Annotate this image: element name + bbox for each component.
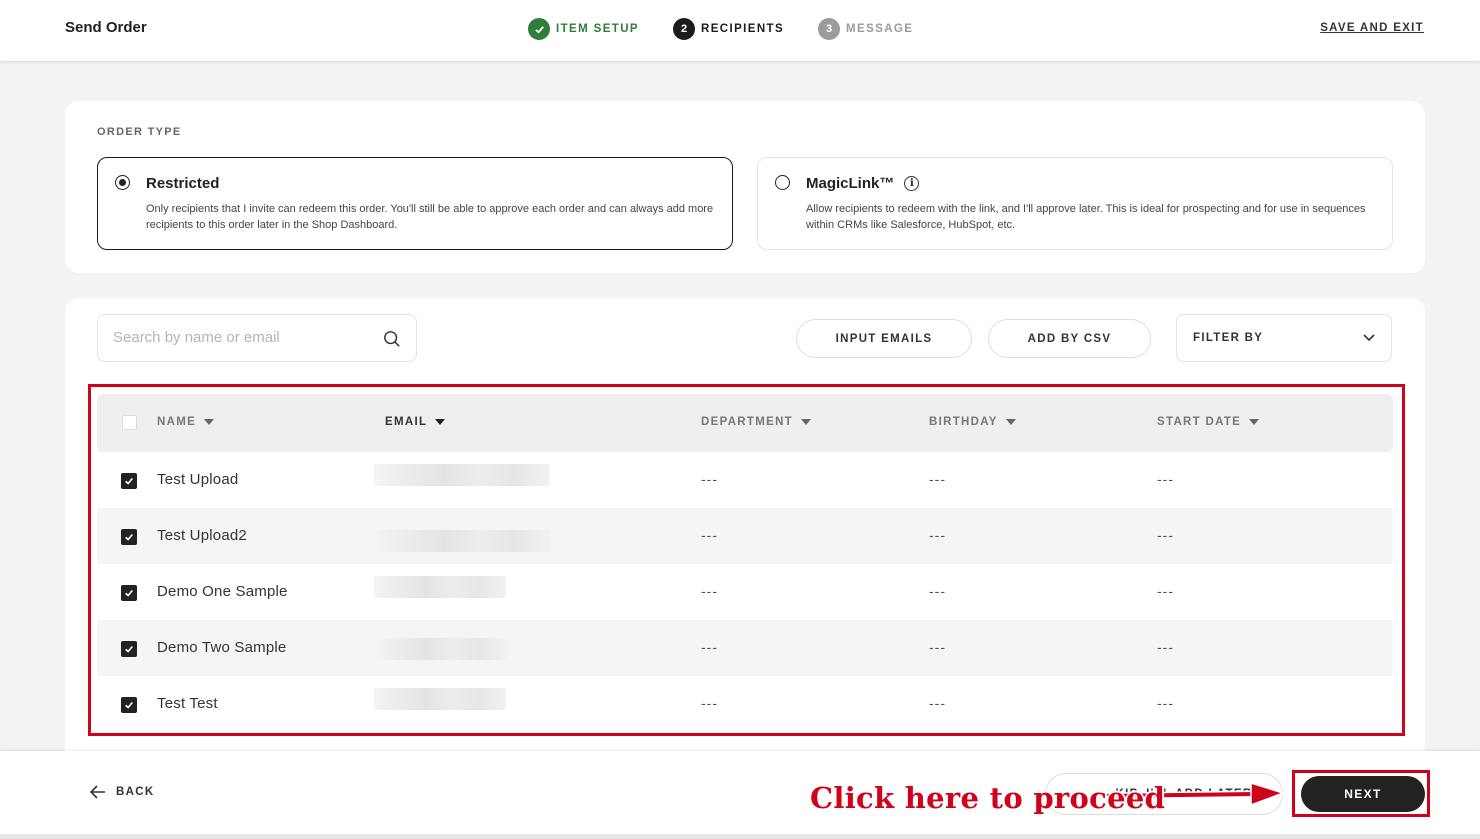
- redacted-email: [374, 576, 506, 598]
- birthday-cell: ---: [929, 527, 946, 543]
- option-title-text: MagicLink™: [806, 175, 895, 192]
- sort-caret-icon: [1249, 419, 1260, 425]
- step-message[interactable]: 3 MESSAGE: [818, 18, 913, 40]
- department-cell: ---: [701, 583, 718, 599]
- department-cell: ---: [701, 695, 718, 711]
- table-header: NAME EMAIL DEPARTMENT BIRTHDAY START DAT…: [97, 394, 1393, 452]
- annotation-next-highlight: NEXT: [1292, 770, 1430, 817]
- restricted-option[interactable]: Restricted Only recipients that I invite…: [97, 157, 733, 250]
- start-date-cell: ---: [1157, 639, 1174, 655]
- step-label: MESSAGE: [846, 23, 914, 35]
- chevron-down-icon: [1363, 334, 1375, 342]
- step-number: 3: [818, 18, 841, 40]
- row-checkbox-checked[interactable]: [121, 529, 137, 545]
- recipient-name: Test Test: [157, 695, 218, 712]
- column-header-birthday[interactable]: BIRTHDAY: [929, 416, 1016, 428]
- row-checkbox-checked[interactable]: [121, 697, 137, 713]
- table-row[interactable]: Demo Two Sample --- --- ---: [97, 620, 1393, 676]
- step-number: 2: [673, 18, 696, 40]
- step-label: ITEM SETUP: [556, 23, 640, 35]
- filter-by-dropdown[interactable]: FILTER BY: [1176, 314, 1392, 362]
- stepper: ITEM SETUP 2 RECIPIENTS 3 MESSAGE: [528, 18, 947, 40]
- birthday-cell: ---: [929, 471, 946, 487]
- start-date-cell: ---: [1157, 471, 1174, 487]
- table-row[interactable]: Test Upload2 --- --- ---: [97, 508, 1393, 564]
- start-date-cell: ---: [1157, 527, 1174, 543]
- department-cell: ---: [701, 527, 718, 543]
- option-description: Only recipients that I invite can redeem…: [146, 203, 714, 231]
- row-checkbox-checked[interactable]: [121, 473, 137, 489]
- back-label: BACK: [116, 786, 155, 798]
- column-label: DEPARTMENT: [701, 416, 794, 428]
- birthday-cell: ---: [929, 583, 946, 599]
- recipient-name: Test Upload: [157, 471, 239, 488]
- column-label: NAME: [157, 416, 197, 428]
- step-label: RECIPIENTS: [701, 23, 785, 35]
- table-row[interactable]: Test Test --- --- ---: [97, 676, 1393, 732]
- search-input[interactable]: [113, 329, 363, 346]
- column-header-department[interactable]: DEPARTMENT: [701, 416, 812, 428]
- start-date-cell: ---: [1157, 583, 1174, 599]
- department-cell: ---: [701, 639, 718, 655]
- table-row[interactable]: Demo One Sample --- --- ---: [97, 564, 1393, 620]
- window-bottom-edge: [0, 834, 1480, 839]
- recipient-name: Demo One Sample: [157, 583, 288, 600]
- recipients-card: INPUT EMAILS ADD BY CSV FILTER BY NAME E…: [65, 298, 1425, 768]
- radio-unselected-icon[interactable]: [775, 175, 790, 190]
- select-all-checkbox[interactable]: [122, 415, 137, 430]
- top-bar: Send Order ITEM SETUP 2 RECIPIENTS 3 MES…: [0, 0, 1480, 61]
- recipient-name: Demo Two Sample: [157, 639, 287, 656]
- step-recipients[interactable]: 2 RECIPIENTS: [673, 18, 784, 40]
- redacted-email: [374, 638, 506, 660]
- option-title-text: Restricted: [146, 175, 220, 192]
- magiclink-option[interactable]: MagicLink™ i Allow recipients to redeem …: [757, 157, 1393, 250]
- sort-caret-icon: [1005, 419, 1016, 425]
- column-header-email[interactable]: EMAIL: [385, 416, 446, 428]
- checkmark-icon: [528, 18, 550, 40]
- order-type-label: ORDER TYPE: [97, 126, 182, 138]
- search-box[interactable]: [97, 314, 417, 362]
- row-checkbox-checked[interactable]: [121, 585, 137, 601]
- sort-caret-icon: [204, 419, 215, 425]
- search-icon[interactable]: [383, 330, 401, 348]
- row-checkbox-checked[interactable]: [121, 641, 137, 657]
- next-button[interactable]: NEXT: [1301, 776, 1425, 812]
- birthday-cell: ---: [929, 639, 946, 655]
- radio-selected-icon[interactable]: [115, 175, 130, 190]
- column-label: EMAIL: [385, 416, 428, 428]
- column-header-start-date[interactable]: START DATE: [1157, 416, 1260, 428]
- recipients-table: NAME EMAIL DEPARTMENT BIRTHDAY START DAT…: [97, 394, 1393, 732]
- start-date-cell: ---: [1157, 695, 1174, 711]
- table-row[interactable]: Test Upload --- --- ---: [97, 452, 1393, 508]
- redacted-email: [374, 464, 550, 486]
- input-emails-button[interactable]: INPUT EMAILS: [796, 319, 972, 358]
- column-label: BIRTHDAY: [929, 416, 998, 428]
- department-cell: ---: [701, 471, 718, 487]
- option-description: Allow recipients to redeem with the link…: [806, 203, 1366, 231]
- option-title: Restricted: [146, 175, 219, 192]
- info-icon[interactable]: i: [904, 176, 920, 191]
- back-button[interactable]: BACK: [90, 785, 154, 799]
- sort-caret-icon: [801, 419, 812, 425]
- filter-by-label: FILTER BY: [1193, 332, 1264, 344]
- recipient-name: Test Upload2: [157, 527, 247, 544]
- arrow-left-icon: [90, 785, 105, 799]
- add-by-csv-button[interactable]: ADD BY CSV: [988, 319, 1151, 358]
- annotation-callout-text: Click here to proceed: [810, 781, 1166, 815]
- order-type-card: ORDER TYPE Restricted Only recipients th…: [65, 101, 1425, 273]
- sort-caret-icon: [435, 419, 446, 425]
- save-and-exit-link[interactable]: SAVE AND EXIT: [1320, 22, 1424, 34]
- step-item-setup[interactable]: ITEM SETUP: [528, 18, 639, 40]
- page-title: Send Order: [65, 19, 147, 36]
- redacted-email: [374, 688, 506, 710]
- footer-bar: BACK KIP, I'LL ADD LATER NEXT Click here…: [0, 751, 1480, 839]
- redacted-email: [374, 530, 550, 552]
- column-label: START DATE: [1157, 416, 1242, 428]
- option-title: MagicLink™ i: [806, 175, 920, 192]
- column-header-name[interactable]: NAME: [157, 416, 215, 428]
- birthday-cell: ---: [929, 695, 946, 711]
